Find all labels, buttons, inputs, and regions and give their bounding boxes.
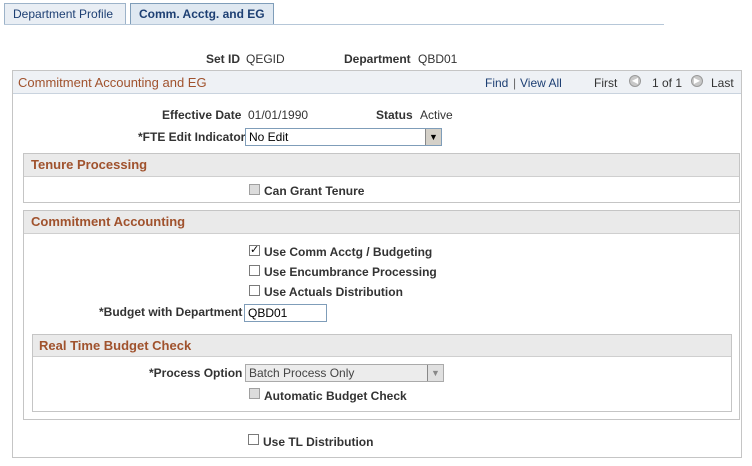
fte-edit-indicator-select[interactable]: No Edit ▼	[245, 128, 442, 146]
automatic-budget-check-checkbox[interactable]	[249, 388, 260, 399]
automatic-budget-check-label: Automatic Budget Check	[264, 389, 407, 403]
use-encumbrance-checkbox[interactable]	[249, 265, 260, 276]
use-tl-distribution-label: Use TL Distribution	[263, 435, 374, 449]
process-option-value: Batch Process Only	[249, 366, 355, 380]
previous-arrow-icon[interactable]: ◀	[629, 75, 641, 87]
next-arrow-icon[interactable]: ▶	[691, 75, 703, 87]
can-grant-tenure-label: Can Grant Tenure	[264, 184, 365, 198]
use-encumbrance-label: Use Encumbrance Processing	[264, 265, 437, 279]
setid-value: QEGID	[246, 52, 285, 66]
department-label: Department	[344, 52, 411, 66]
real-time-budget-check-title: Real Time Budget Check	[39, 338, 192, 353]
use-comm-acctg-label: Use Comm Acctg / Budgeting	[264, 245, 433, 259]
page-counter: 1 of 1	[652, 76, 683, 90]
status-value: Active	[420, 108, 453, 122]
chevron-down-icon[interactable]: ▼	[427, 365, 443, 381]
tab-underline	[4, 24, 664, 25]
use-tl-distribution-checkbox[interactable]	[248, 434, 259, 445]
effective-date-value: 01/01/1990	[248, 108, 309, 122]
fte-edit-indicator-label: *FTE Edit Indicator	[138, 130, 246, 144]
effective-date-label: Effective Date	[162, 108, 242, 122]
checkmark-icon: ✓	[250, 244, 260, 256]
department-value: QBD01	[418, 52, 458, 66]
tab-department-profile[interactable]: Department Profile	[4, 3, 126, 24]
status-label: Status	[376, 108, 413, 122]
nav-separator: |	[513, 76, 517, 90]
tenure-processing-title: Tenure Processing	[31, 157, 148, 172]
process-option-label: *Process Option	[149, 366, 243, 380]
last-link[interactable]: Last	[711, 76, 734, 90]
commitment-accounting-title: Commitment Accounting	[31, 214, 186, 229]
use-comm-acctg-checkbox[interactable]: ✓	[249, 245, 260, 256]
first-link[interactable]: First	[594, 76, 617, 90]
chevron-down-icon[interactable]: ▼	[425, 129, 441, 145]
process-option-select[interactable]: Batch Process Only ▼	[245, 364, 444, 382]
find-link[interactable]: Find	[485, 76, 508, 90]
setid-label: Set ID	[206, 52, 241, 66]
use-actuals-checkbox[interactable]	[249, 285, 260, 296]
budget-with-department-label: *Budget with Department	[99, 305, 243, 319]
can-grant-tenure-checkbox[interactable]	[249, 184, 260, 195]
tab-comm-acctg-eg[interactable]: Comm. Acctg. and EG	[130, 3, 274, 24]
view-all-link[interactable]: View All	[520, 76, 562, 90]
fte-edit-indicator-value: No Edit	[249, 130, 289, 144]
section-title: Commitment Accounting and EG	[18, 75, 207, 90]
use-actuals-label: Use Actuals Distribution	[264, 285, 403, 299]
budget-with-department-input[interactable]: QBD01	[244, 304, 327, 322]
